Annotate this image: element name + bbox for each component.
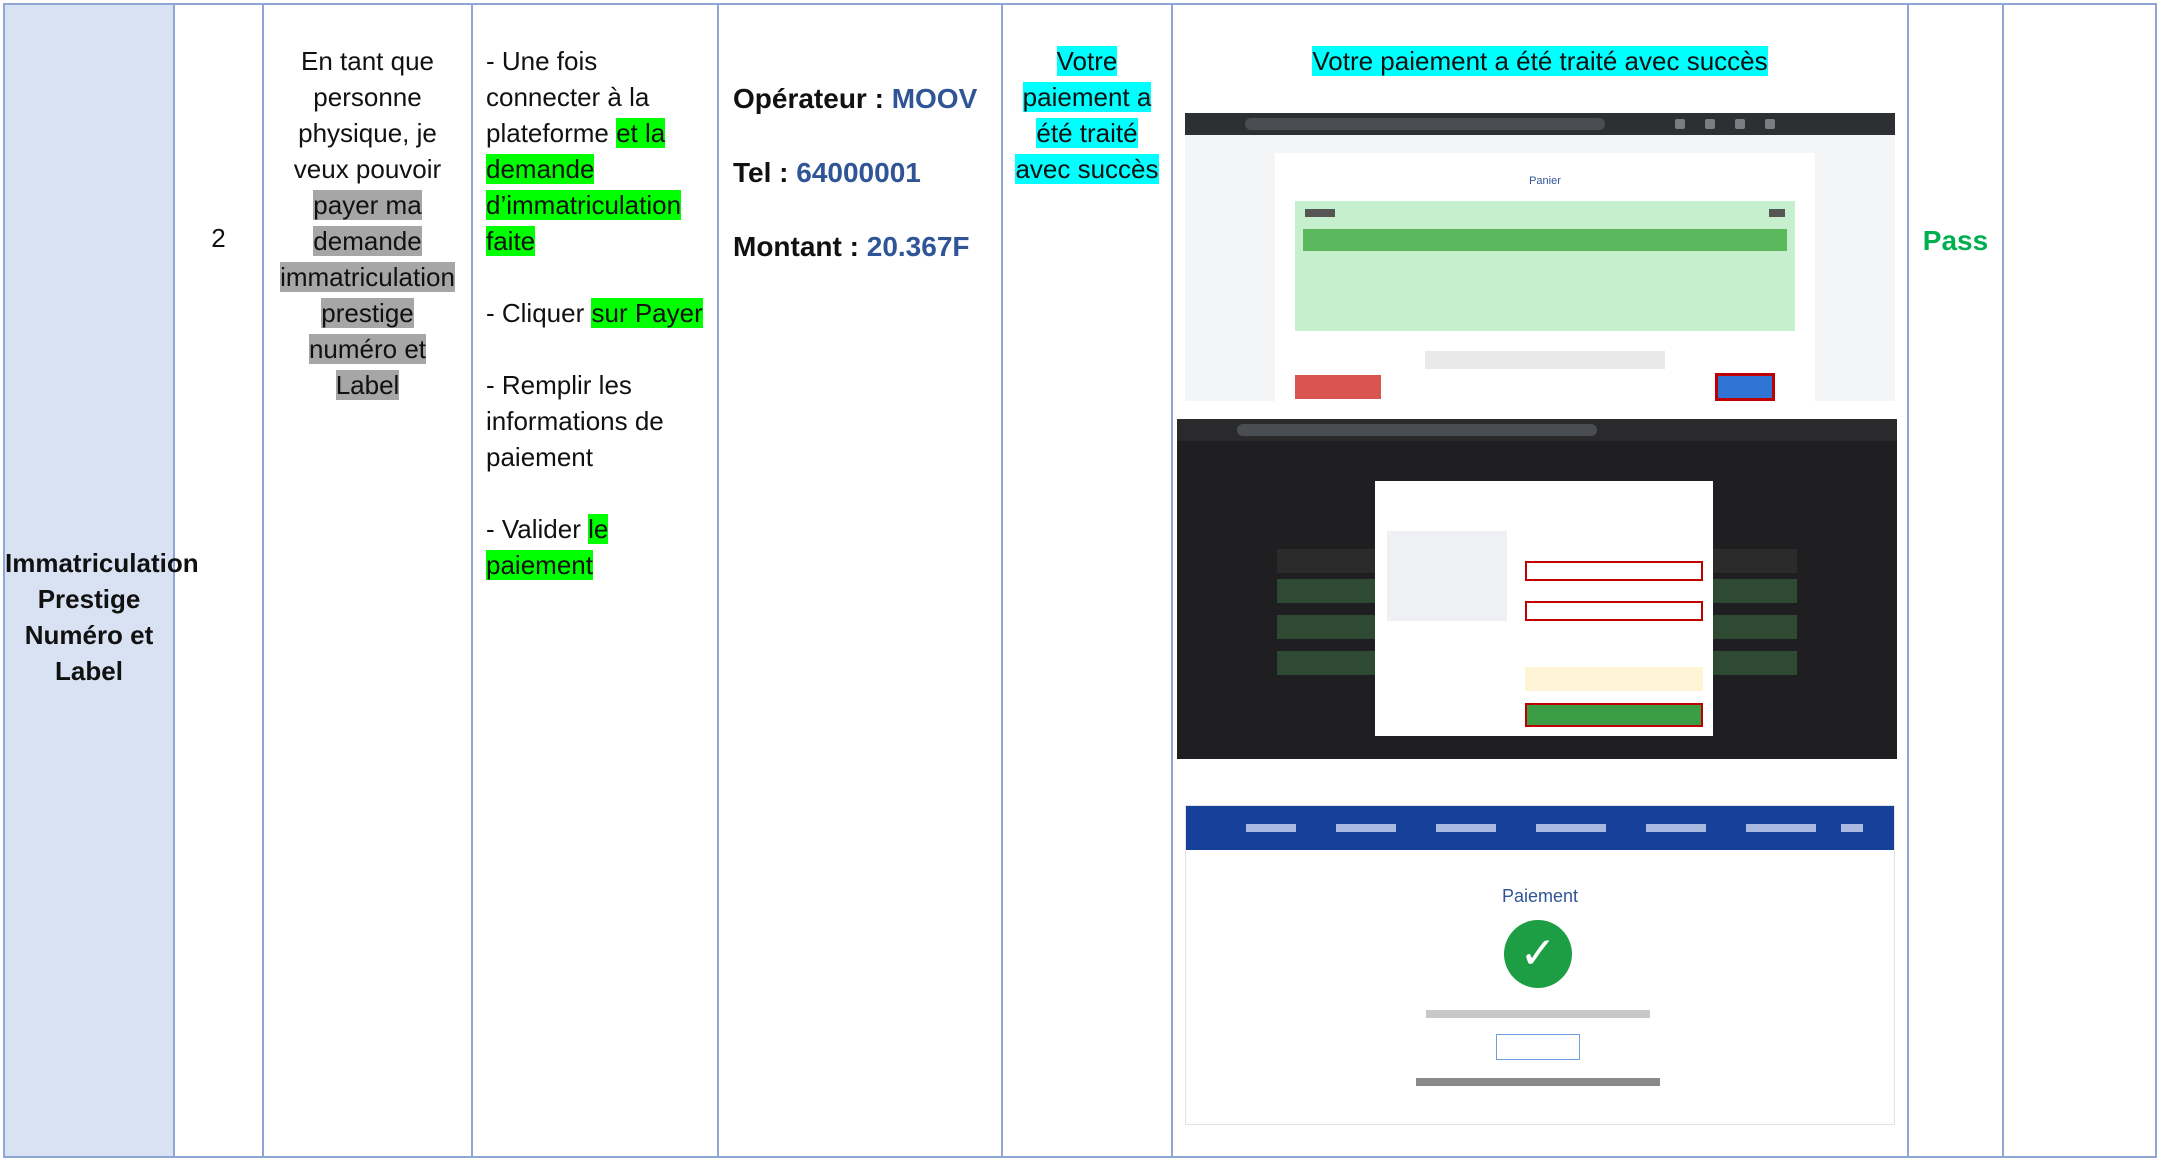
payment-modal-screenshot <box>1177 419 1897 759</box>
browser-toolbar <box>1177 419 1897 441</box>
step-1: - Une fois connecter à la plateforme et … <box>486 46 682 256</box>
actual-result-cell: Votre paiement a été traité avec succès … <box>1173 5 1909 1156</box>
test-data: Opérateur : MOOV Tel : 64000001 Montant … <box>733 83 995 305</box>
step-3: - Remplir les informations de paiement <box>486 370 664 472</box>
cart-title: Panier <box>1529 175 1561 187</box>
confirm-payment-button <box>1525 703 1703 727</box>
user-story-text: En tant que personne physique, je veux p… <box>293 46 442 184</box>
payment-success-screenshot: Paiement ✓ <box>1185 805 1895 1125</box>
operator-select <box>1525 561 1703 581</box>
user-story-highlight: payer ma demande immatriculation prestig… <box>280 190 455 400</box>
screenshot-caption: Votre paiement a été traité avec succès <box>1312 46 1768 76</box>
check-icon: ✓ <box>1504 920 1572 988</box>
expected-result-cell: Votre paiement a été traité avec succès <box>1003 5 1173 1156</box>
comments-cell <box>2004 5 2155 1156</box>
history-button <box>1496 1034 1580 1060</box>
status-cell: Pass <box>1909 5 2004 1156</box>
step-4: - Valider le paiement <box>486 514 609 580</box>
step-2: - Cliquer sur Payer <box>486 298 703 328</box>
payment-title: Paiement <box>1501 886 1579 906</box>
number-cell: 2 <box>175 5 264 1156</box>
menu-icon <box>1841 824 1863 832</box>
feature-label: Immatriculation Prestige Numéro et Label <box>5 548 199 686</box>
amount-line: Montant : 20.367F <box>733 231 970 262</box>
test-number: 2 <box>211 223 226 253</box>
pay-button <box>1715 373 1775 401</box>
test-data-cell: Opérateur : MOOV Tel : 64000001 Montant … <box>719 5 1003 1156</box>
expected-result: Votre paiement a été traité avec succès <box>1013 43 1161 187</box>
phone-field <box>1525 601 1703 621</box>
user-story-cell: En tant que personne physique, je veux p… <box>264 5 473 1156</box>
test-case-table: Immatriculation Prestige Numéro et Label… <box>3 3 2157 1158</box>
site-nav <box>1186 806 1894 850</box>
steps-list: - Une fois connecter à la plateforme et … <box>486 43 707 619</box>
expected-result-text: Votre paiement a été traité avec succès <box>1015 46 1159 184</box>
status-badge: Pass <box>1922 225 1989 256</box>
cart-screenshot: Panier <box>1185 113 1895 401</box>
tel-line: Tel : 64000001 <box>733 157 921 188</box>
cart-panel: Panier <box>1275 153 1815 401</box>
operator-line: Opérateur : MOOV <box>733 83 978 114</box>
payment-methods <box>1387 531 1507 621</box>
cart-row <box>1303 229 1787 251</box>
cart-table <box>1295 201 1795 331</box>
payment-modal <box>1375 481 1713 736</box>
feature-cell: Immatriculation Prestige Numéro et Label <box>5 5 199 1156</box>
browser-toolbar <box>1185 113 1895 135</box>
steps-cell: - Une fois connecter à la plateforme et … <box>473 5 719 1156</box>
user-story: En tant que personne physique, je veux p… <box>278 43 457 403</box>
delete-button <box>1295 375 1381 399</box>
